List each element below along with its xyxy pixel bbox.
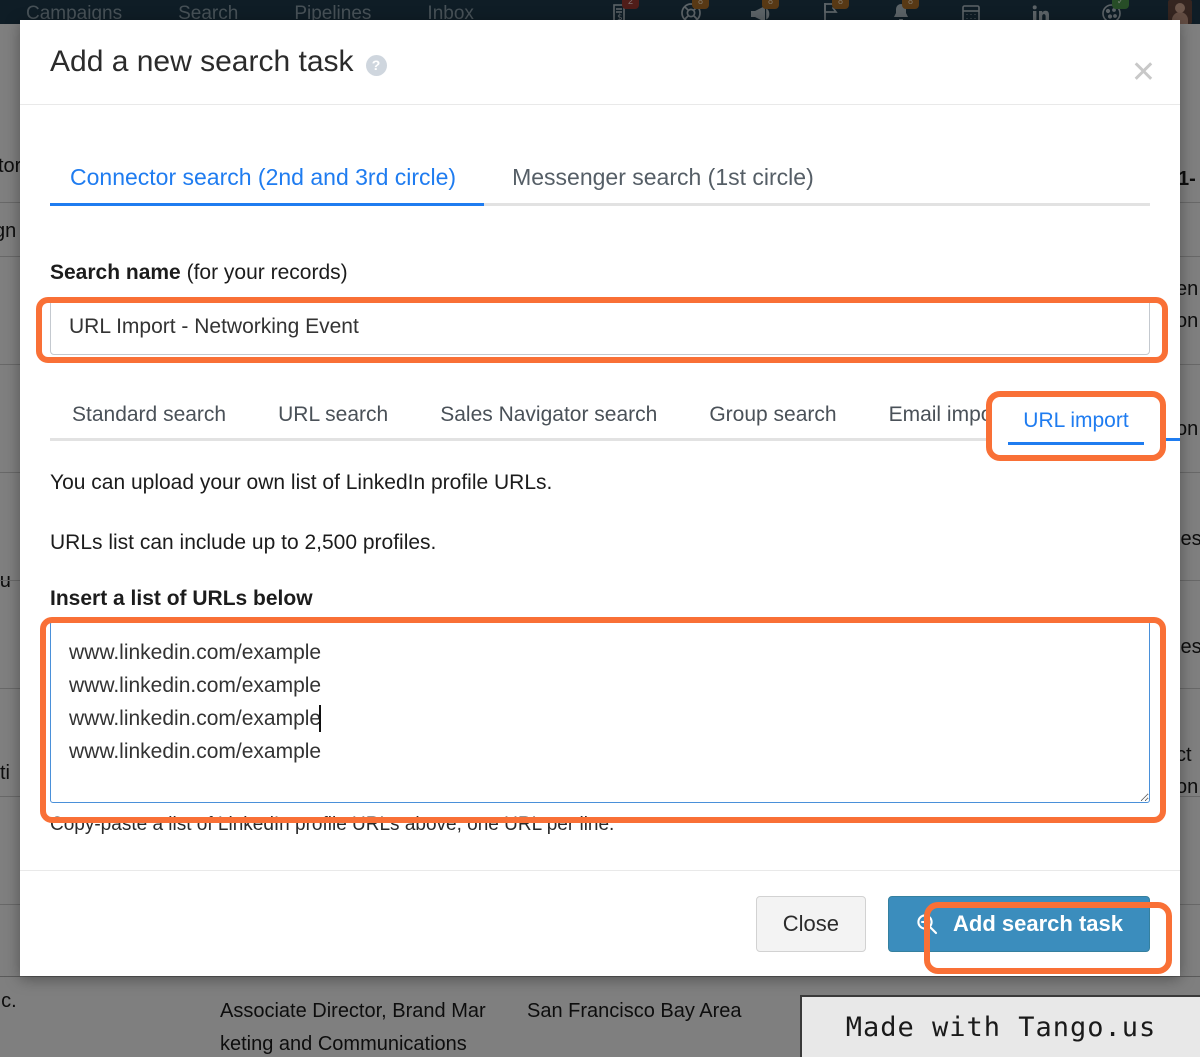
tab-messenger-search[interactable]: Messenger search (1st circle) bbox=[484, 164, 842, 203]
search-name-input[interactable] bbox=[50, 299, 1150, 355]
subtab-sales-navigator-search[interactable]: Sales Navigator search bbox=[414, 403, 683, 438]
search-name-field-wrapper bbox=[50, 299, 1150, 355]
search-name-label-rest: (for your records) bbox=[180, 261, 348, 284]
magnifier-plus-icon bbox=[915, 912, 939, 936]
subtab-url-search[interactable]: URL search bbox=[252, 403, 414, 438]
subtab-standard-search[interactable]: Standard search bbox=[50, 403, 252, 438]
tango-watermark-text: Made with Tango.us bbox=[845, 1011, 1157, 1043]
urls-helper-text: Copy-paste a list of LinkedIn profile UR… bbox=[50, 814, 615, 835]
urls-textarea[interactable]: www.linkedin.com/example www.linkedin.co… bbox=[50, 621, 1150, 803]
close-icon[interactable]: ✕ bbox=[1131, 58, 1156, 88]
screenshot-root: Campaigns Search Pipelines Inbox $ 2 bbox=[0, 0, 1200, 1057]
search-name-label-bold: Search name bbox=[50, 261, 181, 284]
modal-footer: Close Add search task bbox=[20, 870, 1180, 976]
main-tabs: Connector search (2nd and 3rd circle) Me… bbox=[50, 150, 1150, 206]
tango-watermark: Made with Tango.us bbox=[800, 995, 1200, 1057]
urls-textarea-label: Insert a list of URLs below bbox=[50, 587, 313, 610]
text-caret bbox=[319, 705, 321, 732]
close-button[interactable]: Close bbox=[755, 895, 867, 952]
modal-header: Add a new search task ? ✕ bbox=[20, 20, 1180, 105]
info-line-upload: You can upload your own list of LinkedIn… bbox=[50, 471, 553, 494]
add-search-task-modal: Add a new search task ? ✕ Connector sear… bbox=[20, 20, 1180, 976]
add-search-task-label: Add search task bbox=[953, 910, 1123, 936]
subtab-group-search[interactable]: Group search bbox=[683, 403, 862, 438]
search-name-label: Search name (for your records) bbox=[50, 261, 1150, 285]
page-title: Add a new search task ? bbox=[50, 45, 387, 79]
subtab-url-import[interactable]: URL import bbox=[1031, 403, 1180, 438]
modal-body: Connector search (2nd and 3rd circle) Me… bbox=[20, 105, 1180, 870]
info-line-limit: URLs list can include up to 2,500 profil… bbox=[50, 531, 437, 554]
tab-connector-search[interactable]: Connector search (2nd and 3rd circle) bbox=[50, 164, 484, 203]
help-question-icon[interactable]: ? bbox=[365, 54, 387, 76]
add-search-task-button[interactable]: Add search task bbox=[888, 895, 1150, 952]
modal-title-text: Add a new search task bbox=[50, 45, 354, 78]
search-type-subtabs: Standard search URL search Sales Navigat… bbox=[50, 389, 1163, 441]
subtab-email-import[interactable]: Email import bbox=[863, 403, 1032, 438]
